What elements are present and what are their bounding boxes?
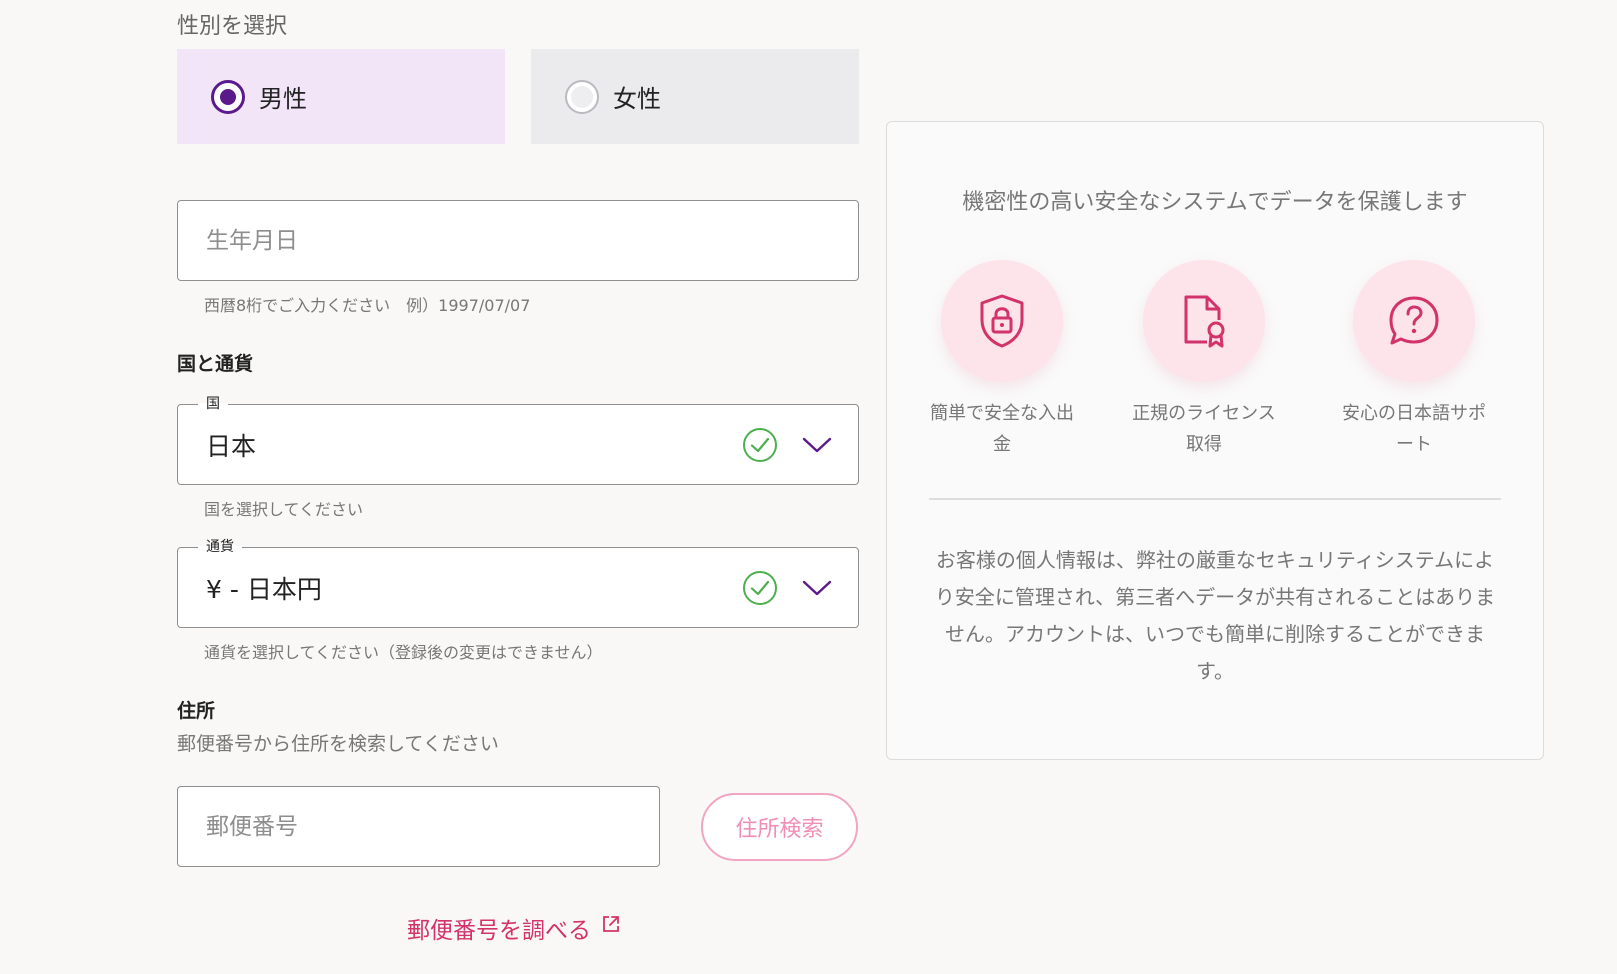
privacy-statement: お客様の個人情報は、弊社の厳重なセキュリティシステムにより安全に管理され、第三者… [934,548,1496,683]
check-circle-icon [743,427,777,462]
shield-lock-icon [980,294,1024,348]
country-value: 日本 [206,431,257,461]
gender-option-label: 女性 [613,85,661,113]
country-hint: 国を選択してください [204,500,364,519]
country-select[interactable]: 国 日本 [177,393,859,485]
address-subtitle: 郵便番号から住所を検索してください [177,733,499,755]
security-info-panel: 機密性の高い安全なシステムでデータを保護します 簡単で安全な入出金 正規のライセ… [886,121,1544,760]
currency-hint: 通貨を選択してください（登録後の変更はできません） [204,643,603,662]
address-title: 住所 [177,700,216,722]
currency-select[interactable]: 通貨 ¥ - 日本円 [177,536,859,628]
feature-icon-circle [1143,260,1265,382]
gender-option-female[interactable]: 女性 [531,49,859,144]
country-currency-title: 国と通貨 [177,353,254,375]
feature-label: 簡単で安全な入出金 [930,403,1074,455]
panel-divider [929,498,1501,500]
external-link-icon [603,916,619,932]
chevron-down-icon[interactable] [800,578,834,598]
feature-label: 正規のライセンス取得 [1132,403,1276,455]
gender-option-label: 男性 [259,85,307,113]
birthdate-hint: 西暦8桁でご入力ください 例）1997/07/07 [204,296,531,315]
support-chat-icon [1389,296,1439,345]
feature-license: 正規のライセンス取得 [1119,260,1289,460]
radio-unchecked-icon[interactable] [565,79,599,114]
postal-code-field[interactable] [177,786,660,867]
feature-icon-circle [941,260,1063,382]
chevron-down-icon[interactable] [800,435,834,455]
feature-support: 安心の日本語サポート [1329,260,1499,460]
currency-label: 通貨 [198,536,242,556]
postal-lookup-link-label: 郵便番号を調べる [407,918,591,944]
birthdate-input[interactable] [178,201,858,280]
currency-value: ¥ - 日本円 [206,574,322,604]
check-circle-icon [743,570,777,605]
gender-option-male[interactable]: 男性 [177,49,505,144]
feature-label: 安心の日本語サポート [1342,403,1486,455]
postal-lookup-link[interactable]: 郵便番号を調べる [407,911,621,945]
gender-label: 性別を選択 [177,14,288,39]
panel-title: 機密性の高い安全なシステムでデータを保護します [962,190,1468,215]
address-search-button[interactable]: 住所検索 [701,793,858,861]
feature-secure-deposit: 簡単で安全な入出金 [917,260,1087,460]
radio-checked-icon[interactable] [211,79,245,114]
license-certificate-icon [1184,295,1225,348]
birthdate-field[interactable] [177,200,859,281]
postal-code-input[interactable] [178,787,659,866]
feature-icon-circle [1353,260,1475,382]
country-label: 国 [198,393,228,413]
